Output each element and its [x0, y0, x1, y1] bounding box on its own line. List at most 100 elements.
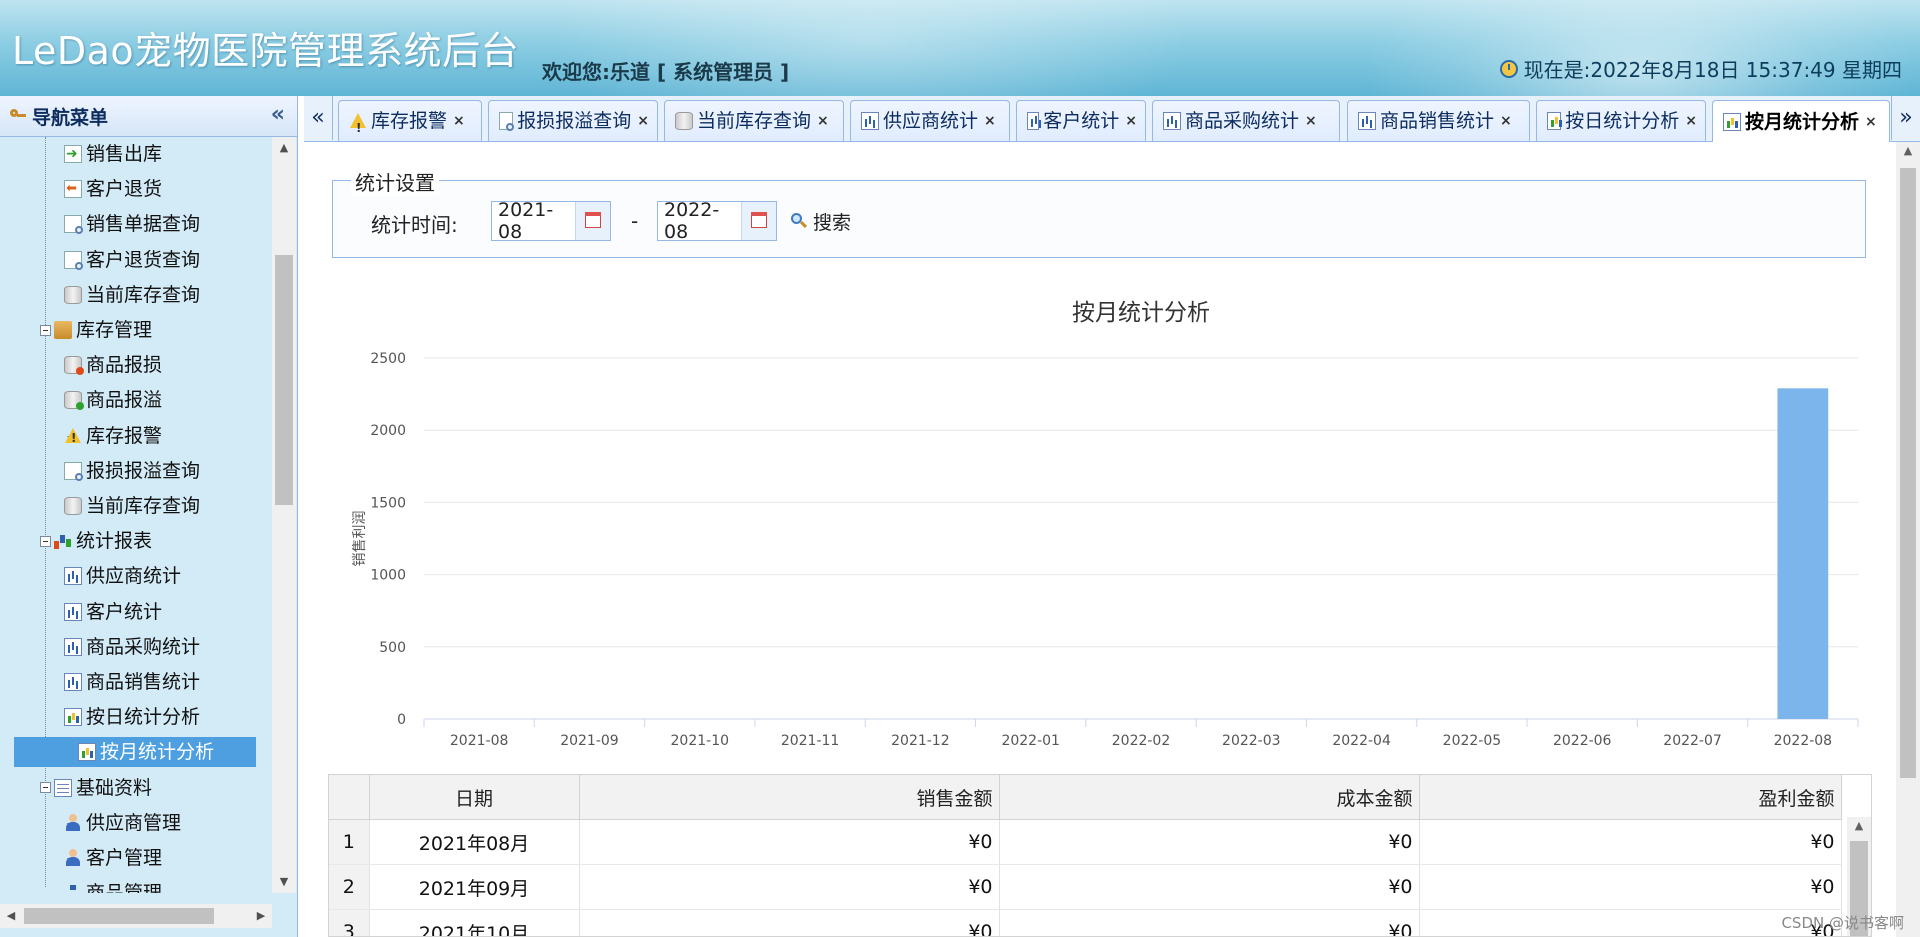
sidebar-horizontal-scrollbar[interactable]: ◀ ▶	[0, 904, 272, 928]
nav-group[interactable]: 基础资料	[40, 773, 152, 803]
calendar-icon[interactable]	[741, 202, 776, 240]
search-doc-icon	[64, 250, 83, 270]
table-row[interactable]: 3 2021年10月 ¥0 ¥0 ¥0	[329, 909, 1842, 936]
chart-icon	[64, 637, 82, 656]
data-grid: 日期 销售金额 成本金额 盈利金额 1 2021年08月 ¥0 ¥0 ¥0 2 2021年0…	[329, 775, 1842, 936]
close-tab-icon[interactable]: ×	[1125, 101, 1137, 141]
column-header-sales[interactable]: 销售金额	[579, 775, 1000, 820]
close-tab-icon[interactable]: ×	[453, 101, 465, 141]
nav-item[interactable]: 销售出库	[64, 139, 162, 169]
search-button[interactable]: 搜索	[791, 205, 851, 237]
date-cell: 2021年09月	[369, 864, 580, 910]
nav-item-label: 商品报损	[86, 354, 163, 377]
nav-item[interactable]: 当前库存查询	[64, 280, 200, 310]
scroll-up-icon[interactable]: ▲	[1896, 144, 1920, 157]
tab[interactable]: 按月统计分析 ×	[1712, 100, 1890, 142]
row-number-header	[329, 775, 370, 820]
nav-item[interactable]: 按月统计分析	[14, 737, 256, 768]
nav-item[interactable]: 供应商统计	[64, 561, 181, 591]
tab-scroll-right-button[interactable]: »	[1891, 96, 1920, 140]
tab[interactable]: 客户统计 ×	[1016, 100, 1146, 141]
profit-cell: ¥0	[1419, 819, 1842, 865]
tab-label: 按月统计分析	[1745, 110, 1860, 133]
scroll-left-icon[interactable]: ◀	[0, 904, 22, 928]
sidebar-vertical-scrollbar[interactable]: ▲ ▼	[272, 137, 296, 893]
close-tab-icon[interactable]: ×	[817, 101, 829, 141]
close-tab-icon[interactable]: ×	[1305, 101, 1317, 141]
close-tab-icon[interactable]: ×	[1685, 101, 1697, 141]
nav-group[interactable]: 库存管理	[40, 315, 152, 345]
nav-item[interactable]: 商品销售统计	[64, 667, 200, 697]
column-header-cost[interactable]: 成本金额	[999, 775, 1420, 820]
tab[interactable]: 当前库存查询 ×	[664, 100, 844, 141]
close-tab-icon[interactable]: ×	[637, 101, 649, 141]
chart-color-icon	[78, 743, 96, 762]
collapse-toggle-icon[interactable]	[40, 535, 51, 547]
nav-item[interactable]: 商品报损	[64, 350, 162, 380]
scroll-down-icon[interactable]: ▼	[272, 871, 296, 893]
nav-item[interactable]: 客户统计	[64, 597, 162, 627]
x-tick-label: 2021-10	[671, 733, 730, 749]
nav-item[interactable]: 客户管理	[64, 843, 162, 873]
nav-item[interactable]: 按日统计分析	[64, 702, 200, 732]
collapse-toggle-icon[interactable]	[40, 324, 51, 336]
scroll-up-icon[interactable]: ▲	[1847, 819, 1871, 832]
database-icon	[64, 497, 82, 515]
table-row[interactable]: 2 2021年09月 ¥0 ¥0 ¥0	[329, 864, 1842, 910]
table-row[interactable]: 1 2021年08月 ¥0 ¥0 ¥0	[329, 819, 1842, 865]
y-tick-label: 500	[379, 640, 406, 656]
tab[interactable]: 供应商统计 ×	[850, 100, 1010, 141]
start-date-value[interactable]: 2021-08	[492, 199, 575, 243]
nav-item[interactable]: 商品报溢	[64, 385, 162, 415]
nav-item[interactable]: 报损报溢查询	[64, 456, 200, 486]
row-number-cell: 2	[329, 864, 370, 910]
tab-scroll-left-button[interactable]: «	[304, 96, 333, 140]
scrollbar-thumb[interactable]	[24, 908, 214, 924]
cost-cell: ¥0	[999, 819, 1420, 865]
tab[interactable]: 库存报警×	[338, 100, 482, 148]
end-date-value[interactable]: 2022-08	[658, 199, 741, 243]
row-number-cell: 3	[329, 909, 370, 936]
nav-item[interactable]: 商品采购统计	[64, 632, 200, 662]
nav-item[interactable]: 销售单据查询	[64, 209, 200, 239]
scrollbar-thumb[interactable]	[275, 255, 293, 505]
bar	[1777, 388, 1829, 719]
tab[interactable]: 报损报溢查询 ×	[488, 100, 658, 141]
tab-label: 按日统计分析	[1565, 110, 1680, 132]
column-header-date[interactable]: 日期	[369, 775, 580, 820]
close-tab-icon[interactable]: ×	[1500, 101, 1512, 141]
sidebar-header: 导航菜单 «	[0, 96, 297, 137]
arrow-green-icon	[64, 139, 82, 169]
scrollbar-thumb[interactable]	[1900, 168, 1916, 778]
search-doc-icon	[64, 215, 83, 235]
collapse-sidebar-button[interactable]: «	[271, 102, 285, 127]
nav-item[interactable]: 商品管理	[64, 878, 162, 893]
scroll-right-icon[interactable]: ▶	[250, 904, 272, 928]
time-label: 统计时间:	[371, 213, 458, 237]
tab[interactable]: 商品销售统计 ×	[1347, 100, 1530, 141]
nav-group[interactable]: 统计报表	[40, 526, 152, 556]
nav-item-label: 客户管理	[86, 847, 163, 869]
scroll-up-icon[interactable]: ▲	[272, 137, 296, 159]
collapse-toggle-icon[interactable]	[40, 782, 51, 794]
start-date-field[interactable]: 2021-08	[491, 199, 611, 243]
nav-item[interactable]: 客户退货查询	[64, 245, 200, 275]
close-tab-icon[interactable]: ×	[1865, 102, 1877, 142]
y-tick-label: 2000	[370, 423, 406, 439]
search-doc-icon	[64, 461, 83, 481]
clock: 现在是:2022年8月18日 15:37:49 星期四	[1499, 54, 1902, 83]
end-date-field[interactable]: 2022-08	[657, 199, 777, 243]
nav-item[interactable]: 库存报警	[64, 421, 162, 453]
nav-item[interactable]: 客户退货	[64, 174, 162, 204]
column-header-profit[interactable]: 盈利金额	[1419, 775, 1842, 820]
calendar-icon[interactable]	[575, 202, 610, 240]
table-header-row: 日期 销售金额 成本金额 盈利金额	[329, 775, 1842, 820]
content-vertical-scrollbar[interactable]: ▲	[1896, 142, 1920, 937]
nav-item[interactable]: 供应商管理	[64, 808, 181, 838]
tab[interactable]: 商品采购统计 ×	[1152, 100, 1340, 141]
nav-item[interactable]: 当前库存查询	[64, 491, 200, 521]
tab[interactable]: 按日统计分析 ×	[1536, 100, 1706, 141]
chart-title: 按月统计分析	[1072, 300, 1210, 326]
x-tick-label: 2021-08	[450, 733, 509, 749]
close-tab-icon[interactable]: ×	[984, 101, 996, 141]
